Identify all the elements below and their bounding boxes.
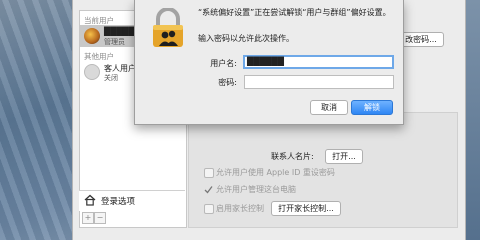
home-icon — [84, 194, 96, 206]
apple-id-reset-label: 允许用户使用 Apple ID 重设密码 — [216, 168, 335, 177]
username-field[interactable]: ██████ — [243, 55, 394, 69]
cancel-button[interactable]: 取消 — [310, 100, 348, 115]
dialog-sub-message: 输入密码以允许此次操作。 — [198, 34, 294, 43]
allow-admin-label: 允许用户管理这台电脑 — [216, 185, 296, 194]
user-avatar — [84, 28, 100, 44]
parental-controls-label: 启用家长控制 — [216, 204, 264, 213]
checkmark-icon — [204, 186, 213, 194]
login-options-item[interactable]: 登录选项 — [79, 190, 185, 211]
open-parental-controls-button[interactable]: 打开家长控制... — [271, 201, 341, 216]
auth-dialog: “系统偏好设置”正在尝试解锁“用户与群组”偏好设置。 输入密码以允许此次操作。 … — [134, 0, 404, 125]
guest-user-status: 关闭 — [104, 74, 118, 82]
open-contacts-button[interactable]: 打开... — [325, 149, 363, 164]
dialog-message: “系统偏好设置”正在尝试解锁“用户与群组”偏好设置。 — [198, 8, 391, 17]
unlock-button[interactable]: 解锁 — [351, 100, 393, 115]
password-field[interactable] — [244, 75, 394, 89]
username-value: ██████ — [247, 57, 284, 66]
lock-icon — [153, 8, 183, 47]
remove-user-button[interactable]: − — [94, 212, 106, 224]
current-user-role: 管理员 — [104, 38, 125, 46]
allow-admin-checkbox[interactable] — [204, 185, 213, 194]
parental-controls-checkbox[interactable] — [204, 204, 214, 214]
password-label: 密码: — [218, 78, 237, 87]
username-label: 用户名: — [210, 59, 237, 68]
contacts-card-label: 联系人名片: — [271, 152, 314, 161]
guest-avatar — [84, 64, 100, 80]
apple-id-reset-checkbox[interactable] — [204, 168, 214, 178]
change-password-button[interactable]: 改密码... — [398, 32, 444, 47]
add-user-button[interactable]: + — [82, 212, 94, 224]
login-options-label: 登录选项 — [101, 197, 136, 207]
